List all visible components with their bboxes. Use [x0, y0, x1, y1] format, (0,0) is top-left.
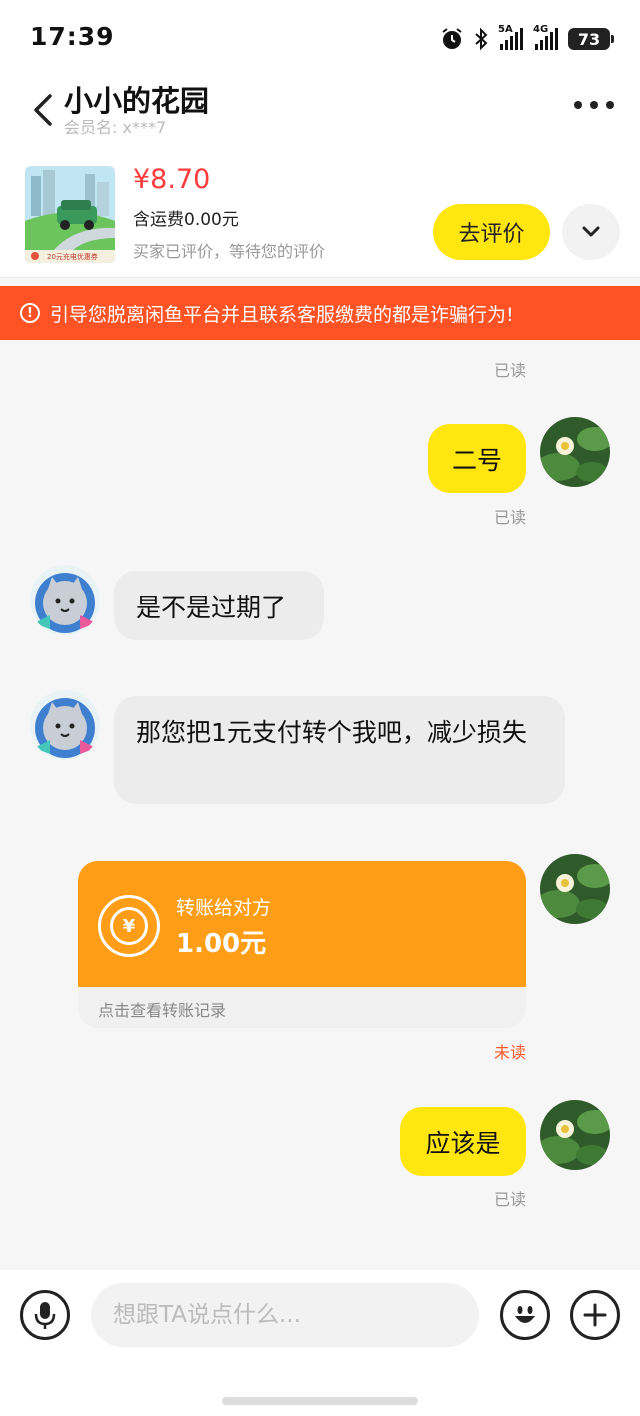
status-icons: 5A 4G 73	[440, 24, 614, 52]
bluetooth-icon	[475, 27, 488, 51]
chat-screen: 17:39 5A 4G 73 小小的花园 会员名: x***7 20元充电优惠券…	[0, 0, 640, 1416]
more-icon[interactable]	[574, 98, 614, 112]
expand-button[interactable]	[562, 204, 620, 260]
unread-status: 未读	[493, 1043, 526, 1062]
thumbnail-caption: 20元充电优惠券	[47, 252, 98, 261]
product-thumbnail[interactable]: 20元充电优惠券	[25, 166, 115, 263]
microphone-icon	[34, 1302, 56, 1329]
message-bubble-incoming[interactable]: 是不是过期了	[114, 571, 324, 640]
back-icon[interactable]	[28, 90, 58, 130]
chevron-down-icon	[582, 226, 600, 237]
input-bar	[0, 1270, 640, 1416]
chat-header: 小小的花园 会员名: x***7	[0, 78, 640, 148]
home-indicator[interactable]	[222, 1397, 418, 1405]
emoji-button[interactable]	[500, 1290, 550, 1340]
read-status: 已读	[493, 508, 526, 527]
other-avatar[interactable]	[30, 690, 100, 760]
transfer-card-header: ¥ 转账给对方 1.00元	[78, 861, 526, 987]
transfer-amount: 1.00元	[176, 929, 267, 959]
warning-icon: !	[20, 303, 40, 323]
warning-text: 引导您脱离闲鱼平台并且联系客服缴费的都是诈骗行为!	[50, 303, 514, 326]
voice-button[interactable]	[20, 1290, 70, 1340]
member-name: 会员名: x***7	[64, 118, 167, 137]
plus-icon	[583, 1303, 607, 1327]
message-bubble-outgoing[interactable]: 应该是	[400, 1107, 526, 1176]
product-card[interactable]: 20元充电优惠券 ¥8.70 含运费0.00元 买家已评价，等待您的评价 去评价	[0, 148, 640, 278]
transfer-record-link[interactable]: 点击查看转账记录	[98, 997, 226, 1021]
my-avatar[interactable]	[540, 417, 610, 487]
fraud-warning-banner: ! 引导您脱离闲鱼平台并且联系客服缴费的都是诈骗行为!	[0, 286, 640, 340]
signal-icon-sim1: 5A	[498, 24, 523, 50]
read-status: 已读	[493, 361, 526, 380]
message-bubble-incoming[interactable]: 那您把1元支付转个我吧，减少损失	[114, 696, 565, 804]
signal-icon-sim2: 4G	[533, 24, 558, 50]
review-button[interactable]: 去评价	[433, 204, 550, 260]
transfer-label: 转账给对方	[176, 897, 272, 919]
smiley-icon	[515, 1306, 535, 1323]
alarm-icon	[442, 28, 462, 49]
other-avatar[interactable]	[30, 565, 100, 635]
battery-icon: 73	[568, 28, 614, 50]
yuan-icon: ¥	[110, 907, 148, 945]
status-time: 17:39	[30, 22, 115, 51]
product-price: ¥8.70	[133, 164, 211, 195]
transfer-icon: ¥	[98, 895, 160, 957]
shipping-info: 含运费0.00元	[133, 210, 239, 230]
read-status: 已读	[493, 1190, 526, 1209]
transfer-card[interactable]: ¥ 转账给对方 1.00元 点击查看转账记录	[78, 861, 526, 1028]
message-input[interactable]	[91, 1283, 479, 1347]
review-note: 买家已评价，等待您的评价	[133, 242, 326, 261]
message-bubble-outgoing[interactable]: 二号	[428, 424, 526, 493]
more-actions-button[interactable]	[570, 1290, 620, 1340]
my-avatar[interactable]	[540, 854, 610, 924]
message-list[interactable]: 已读 二号 已读 是不是过期了 那您把1元支付转个我吧，减少损失 ¥ 转账给对方…	[0, 340, 640, 1270]
my-avatar[interactable]	[540, 1100, 610, 1170]
status-bar: 17:39 5A 4G 73	[0, 0, 640, 78]
